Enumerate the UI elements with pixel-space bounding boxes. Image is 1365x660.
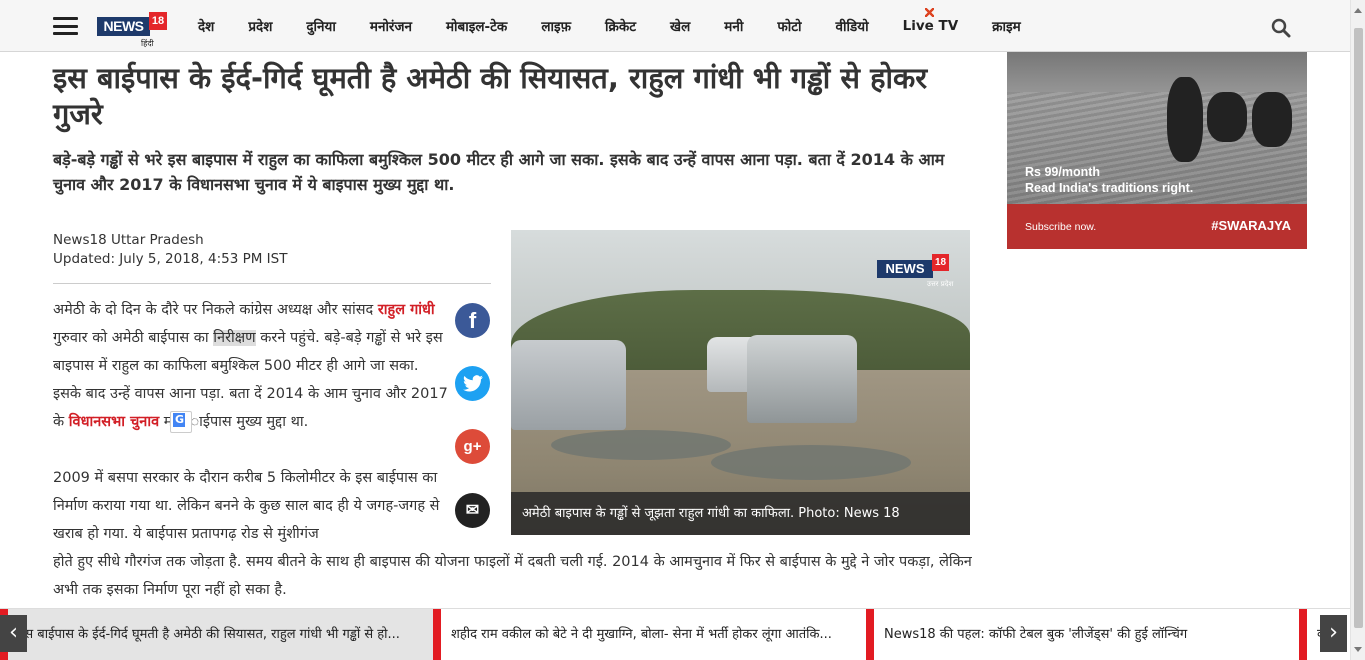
facebook-share-icon[interactable]: f — [455, 303, 490, 338]
nav-link-duniya[interactable]: दुनिया — [306, 17, 335, 35]
nav-links: देश प्रदेश दुनिया मनोरंजन मोबाइल-टेक लाइ… — [198, 0, 1055, 52]
news18-logo[interactable]: NEWS 18 हिंदी — [97, 10, 169, 48]
text-span: अमेठी के दो दिन के दौरे पर निकले कांग्रे… — [53, 302, 378, 318]
nav-link-mobile-tech[interactable]: मोबाइल-टेक — [446, 17, 507, 35]
ad-figure — [1167, 77, 1203, 162]
nav-link-money[interactable]: मनी — [724, 17, 743, 35]
logo-number: 18 — [149, 12, 167, 30]
twitter-share-icon[interactable] — [455, 366, 490, 401]
article-image[interactable]: NEWS 18 उत्तर प्रदेश — [511, 230, 970, 535]
ad-price: Rs 99/month Read India's traditions righ… — [1025, 164, 1193, 196]
swarajya-ad[interactable]: Rs 99/month Read India's traditions righ… — [1007, 52, 1307, 249]
watermark-number: 18 — [932, 254, 949, 271]
scroll-down-icon[interactable] — [1354, 647, 1362, 652]
image-puddle — [711, 445, 911, 480]
updated-time: Updated: July 5, 2018, 4:53 PM IST — [53, 251, 288, 267]
email-share-icon[interactable]: ✉ — [455, 493, 490, 528]
article-headline: इस बाईपास के ईर्द-गिर्द घूमती है अमेठी क… — [53, 61, 928, 131]
google-plus-share-icon[interactable]: g+ — [455, 429, 490, 464]
google-translate-icon[interactable] — [170, 411, 193, 433]
ad-figure — [1252, 92, 1292, 147]
article-paragraph-1: अमेठी के दो दिन के दौरे पर निकले कांग्रे… — [53, 296, 448, 436]
author[interactable]: News18 Uttar Pradesh — [53, 231, 287, 250]
watermark-sub: उत्तर प्रदेश — [927, 280, 954, 288]
nav-link-desh[interactable]: देश — [198, 17, 214, 35]
search-icon[interactable] — [1271, 18, 1291, 38]
text-span: ाईपास मुख्य मुद्दा था. — [190, 414, 309, 430]
ad-figure — [1207, 92, 1247, 142]
byline: News18 Uttar Pradesh Updated: July 5, 20… — [53, 231, 287, 269]
scrollbar-thumb[interactable] — [1354, 28, 1363, 628]
ticker-item[interactable]: शहीद राम वकील को बेटे ने दी मुखाग्नि, बो… — [433, 609, 867, 660]
ad-price-line: Rs 99/month — [1025, 165, 1101, 179]
ticker-item[interactable]: इस बाईपास के ईर्द-गिर्द घूमती है अमेठी क… — [0, 609, 434, 660]
image-caption: अमेठी बाइपास के गड्ढों से जूझता राहुल गा… — [511, 492, 970, 535]
nav-link-life[interactable]: लाइफ़ — [541, 17, 571, 35]
ticker-prev-button[interactable]: ‹ — [0, 615, 27, 652]
nav-link-video[interactable]: वीडियो — [836, 17, 869, 35]
top-nav: NEWS 18 हिंदी देश प्रदेश दुनिया मनोरंजन … — [0, 0, 1350, 52]
text-span: गुरुवार को अमेठी बाईपास का — [53, 330, 214, 346]
image-puddle — [551, 430, 731, 460]
ticker-next-button[interactable]: › — [1320, 615, 1347, 652]
hamburger-menu-icon[interactable] — [53, 17, 78, 35]
nav-link-pradesh[interactable]: प्रदेश — [248, 17, 272, 35]
watermark-text: NEWS — [877, 260, 933, 278]
nav-link-khel[interactable]: खेल — [670, 17, 690, 35]
link-vidhansabha-chunav[interactable]: विधानसभा चुनाव — [69, 414, 159, 430]
ticker-item[interactable]: News18 की पहल: कॉफी टेबल बुक 'लीजेंड्स' … — [866, 609, 1300, 660]
nav-link-crime[interactable]: क्राइम — [992, 17, 1021, 35]
vertical-scrollbar[interactable] — [1350, 0, 1365, 660]
image-car — [747, 335, 857, 423]
ad-tagline: Read India's traditions right. — [1025, 181, 1194, 195]
article-paragraph-3: होते हुए सीधे गौरगंज तक जोड़ता है. समय ब… — [53, 554, 972, 598]
nav-link-manoranjan[interactable]: मनोरंजन — [370, 17, 412, 35]
ad-brand-logo: #SWARAJYA — [1211, 218, 1291, 233]
article-paragraph-2: 2009 में बसपा सरकार के दौरान करीब 5 किलो… — [53, 470, 440, 542]
image-car — [511, 340, 626, 430]
logo-sub: हिंदी — [141, 39, 154, 48]
highlighted-word: निरीक्षण — [213, 330, 256, 346]
article-subhead: बड़े-बड़े गड्ढों से भरे इस बाइपास में रा… — [53, 150, 945, 194]
logo-text: NEWS — [97, 17, 150, 36]
scroll-up-icon[interactable] — [1354, 8, 1362, 13]
nav-link-photo[interactable]: फोटो — [777, 17, 801, 35]
image-watermark: NEWS 18 उत्तर प्रदेश — [877, 254, 953, 288]
divider — [53, 283, 491, 284]
link-rahul-gandhi[interactable]: राहुल गांधी — [378, 302, 435, 318]
nav-link-cricket[interactable]: क्रिकेट — [605, 17, 636, 35]
news-ticker: इस बाईपास के ईर्द-गिर्द घूमती है अमेठी क… — [0, 608, 1350, 660]
ad-subscribe-link[interactable]: Subscribe now. — [1025, 221, 1096, 233]
nav-link-live-tv[interactable]: Live TV — [903, 8, 958, 34]
